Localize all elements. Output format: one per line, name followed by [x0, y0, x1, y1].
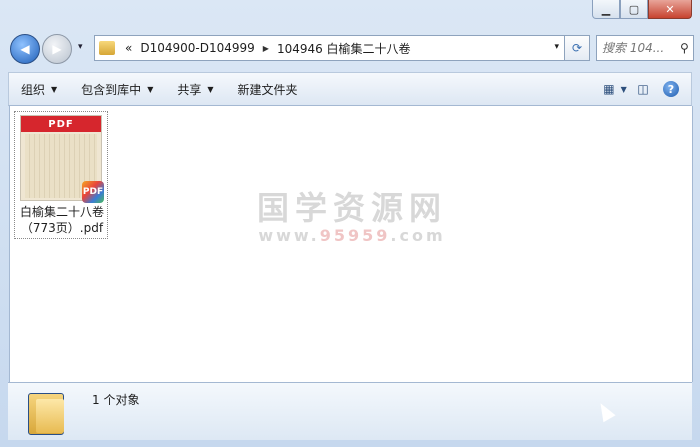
- refresh-icon: ⟳: [571, 41, 583, 55]
- pdf-thumbnail-header: PDF: [21, 116, 101, 132]
- chevron-down-icon: ▼: [147, 84, 154, 94]
- details-pane: 1 个对象: [8, 382, 692, 440]
- include-in-library-menu[interactable]: 包含到库中 ▼: [69, 76, 165, 102]
- address-bar[interactable]: « D104900-D104999 ▶ 104946 白榆集二十八卷 ▾: [94, 35, 566, 61]
- new-folder-button[interactable]: 新建文件夹: [226, 76, 310, 102]
- explorer-window: ▁ ▢ ✕ ◀ ▶ ▾ « D104900-D104999 ▶ 104946 白…: [0, 0, 700, 447]
- watermark-url: www.95959.com: [242, 226, 462, 245]
- folder-icon: [28, 389, 64, 435]
- organize-label: 组织: [21, 82, 46, 97]
- maximize-button[interactable]: ▢: [620, 0, 648, 19]
- pdf-badge-icon: PDF: [82, 181, 104, 203]
- breadcrumb-overflow[interactable]: «: [125, 41, 132, 55]
- help-button[interactable]: ?: [657, 76, 685, 102]
- breadcrumb-separator-icon[interactable]: ▶: [263, 44, 269, 53]
- new-folder-label: 新建文件夹: [237, 82, 298, 97]
- navigation-bar: ◀ ▶ ▾ « D104900-D104999 ▶ 104946 白榆集二十八卷…: [8, 32, 694, 64]
- preview-pane-button[interactable]: ◫: [629, 76, 657, 102]
- refresh-button[interactable]: ⟳: [564, 35, 590, 61]
- item-count: 1 个对象: [92, 393, 140, 407]
- file-name: 白榆集二十八卷 （773页）.pdf: [15, 204, 109, 236]
- command-bar: 组织 ▼ 包含到库中 ▼ 共享 ▼ 新建文件夹 ▦ ▼ ◫ ?: [8, 72, 692, 106]
- preview-pane-icon: ◫: [637, 82, 649, 96]
- view-controls: ▦ ▼ ◫ ?: [601, 76, 685, 102]
- view-grid-icon: ▦: [603, 82, 615, 96]
- include-in-library-label: 包含到库中: [81, 82, 142, 97]
- search-icon[interactable]: ⚲: [680, 41, 689, 55]
- recent-pages-dropdown[interactable]: ▾: [78, 42, 83, 52]
- forward-button[interactable]: ▶: [42, 34, 72, 64]
- address-dropdown-icon[interactable]: ▾: [554, 42, 559, 52]
- file-name-line: 白榆集二十八卷: [19, 205, 104, 219]
- share-label: 共享: [177, 82, 202, 97]
- watermark-url-prefix: www.: [258, 226, 320, 245]
- chevron-down-icon: ▼: [207, 84, 214, 94]
- arrow-left-icon: ◀: [20, 42, 30, 56]
- file-item[interactable]: PDF PDF 白榆集二十八卷 （773页）.pdf: [14, 111, 108, 239]
- back-button[interactable]: ◀: [10, 34, 40, 64]
- pdf-thumbnail: PDF PDF: [21, 116, 104, 203]
- breadcrumb-item[interactable]: 104946 白榆集二十八卷: [277, 40, 411, 57]
- close-button[interactable]: ✕: [648, 0, 692, 19]
- search-input[interactable]: [597, 40, 678, 56]
- chevron-down-icon: ▼: [51, 84, 58, 94]
- chevron-down-icon: ▼: [620, 84, 627, 94]
- search-box[interactable]: ⚲: [596, 35, 694, 61]
- file-list-area[interactable]: PDF PDF 白榆集二十八卷 （773页）.pdf 国学资源网 www.959…: [9, 106, 693, 382]
- breadcrumb-item[interactable]: D104900-D104999: [140, 41, 254, 55]
- arrow-right-icon: ▶: [52, 42, 62, 56]
- watermark-title: 国学资源网: [256, 189, 447, 227]
- help-icon: ?: [663, 81, 679, 97]
- watermark-url-suffix: .com: [390, 226, 446, 245]
- caption-buttons: ▁ ▢ ✕: [592, 0, 692, 20]
- file-name-line: （773页）.pdf: [20, 221, 104, 235]
- folder-icon: [99, 41, 115, 55]
- watermark: 国学资源网 www.95959.com: [242, 188, 462, 245]
- organize-menu[interactable]: 组织 ▼: [9, 76, 69, 102]
- minimize-button[interactable]: ▁: [592, 0, 620, 19]
- watermark-url-number: 95959: [319, 226, 391, 245]
- share-menu[interactable]: 共享 ▼: [165, 76, 225, 102]
- view-options-button[interactable]: ▦ ▼: [601, 76, 629, 102]
